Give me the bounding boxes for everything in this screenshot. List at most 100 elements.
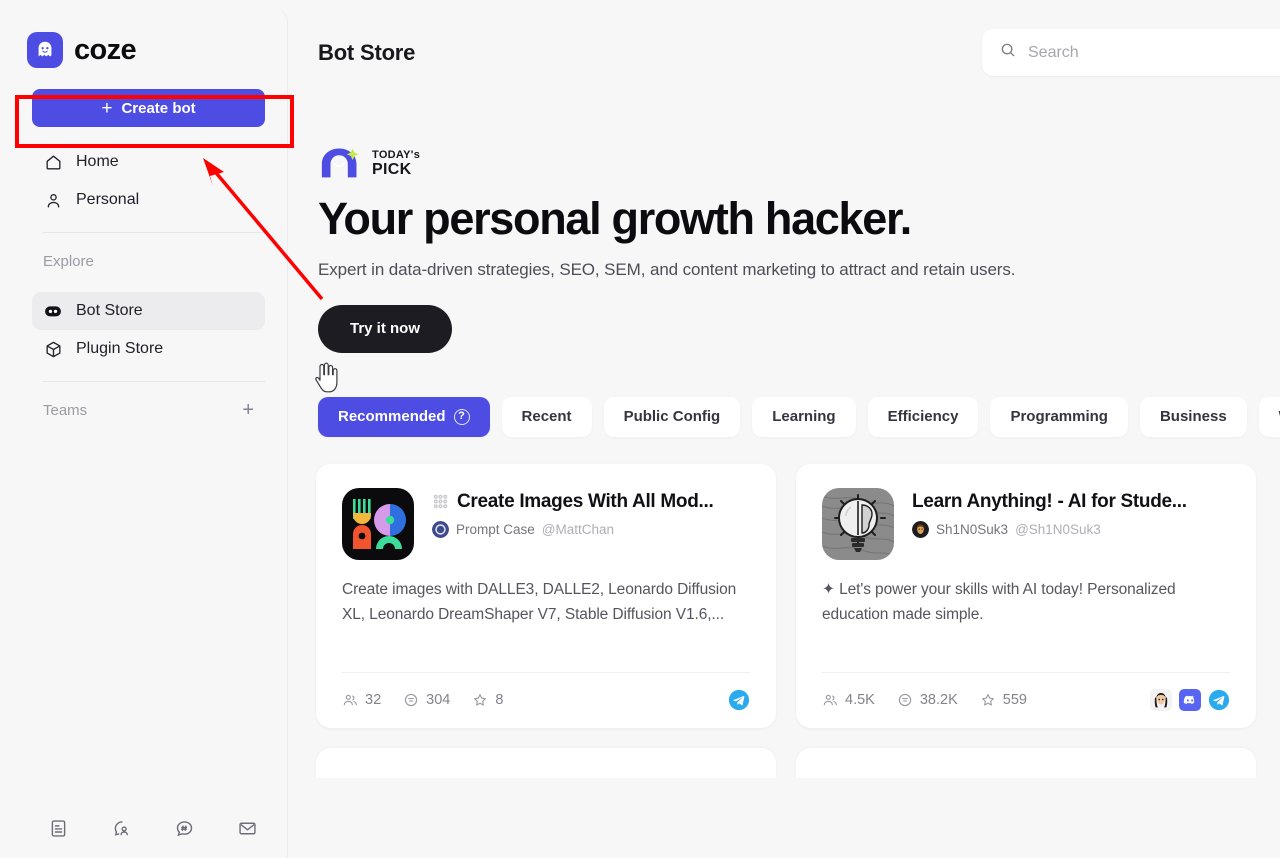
bot-card-partial[interactable] [796,747,1256,778]
bot-card[interactable]: Learn Anything! - AI for Stude... Sh1N0S… [796,463,1256,728]
sidebar-divider-2 [43,381,265,382]
teams-label: Teams [43,401,88,419]
stat-stars: 559 [980,692,1027,708]
brand[interactable]: coze [10,8,287,68]
author-avatar [912,520,929,538]
sidebar-item-personal[interactable]: Personal [32,181,265,219]
community-icon[interactable] [174,818,196,840]
pick-line-2: PICK [372,161,412,178]
topbar: Bot Store [288,0,1280,106]
explore-section-header: Explore [10,246,287,276]
card-badges [728,689,750,711]
tab-label: Programming [1010,408,1108,426]
sidebar-item-label: Home [76,153,119,170]
help-circle-icon[interactable]: ? [453,408,470,425]
card-author: Sh1N0Suk3 @Sh1N0Suk3 [912,520,1230,538]
tab-label: Efficiency [887,408,959,426]
stat-value: 32 [365,692,382,709]
tab-efficiency[interactable]: Efficiency [867,396,979,437]
bot-icon [43,301,63,321]
sidebar-item-label: Personal [76,191,140,208]
card-stats: 32 304 8 [342,692,503,708]
author-name: Sh1N0Suk3 [936,521,1009,537]
stat-messages: 38.2K [897,692,958,708]
search-input[interactable] [1028,43,1280,62]
grid-dots-icon [432,493,449,510]
tab-recommended[interactable]: Recommended ? [318,396,490,437]
author-handle: @MattChan [541,521,615,537]
sidebar-item-bot-store[interactable]: Bot Store [32,292,265,330]
hero-banner: TODAY's PICK Your personal growth hacker… [288,106,1280,353]
stat-value: 4.5K [845,692,875,709]
tab-recent[interactable]: Recent [501,396,592,437]
next-row-cards [288,728,1280,778]
mail-icon[interactable] [237,818,259,840]
plus-icon: + [101,97,113,119]
tab-label: Recommended [338,408,446,426]
try-it-now-button[interactable]: Try it now [318,304,453,353]
stat-users: 32 [342,692,381,708]
home-icon [43,152,63,172]
card-title-row: Learn Anything! - AI for Stude... [912,491,1230,513]
stat-value: 304 [426,692,451,709]
tab-writing[interactable]: Writing [1258,396,1280,437]
tab-programming[interactable]: Programming [990,396,1128,437]
card-head: Create Images With All Mod... Prompt Cas… [432,488,750,560]
tab-label: Recent [521,408,572,426]
cube-icon [43,339,63,359]
hero-title: Your personal growth hacker. [318,193,912,244]
sidebar-item-label: Bot Store [76,302,143,319]
sidebar-item-home[interactable]: Home [32,143,265,181]
create-bot-button[interactable]: + Create bot [32,89,265,127]
document-icon[interactable] [48,818,70,840]
tab-learning[interactable]: Learning [752,396,856,437]
teams-section-header: Teams + [10,395,287,425]
author-name: Prompt Case [456,521,535,537]
brand-name: coze [74,33,137,66]
tab-label: Learning [772,408,836,426]
telegram-icon[interactable] [1208,689,1230,711]
explore-label: Explore [43,252,94,270]
sidebar-item-plugin-store[interactable]: Plugin Store [32,330,265,368]
sidebar-item-label: Plugin Store [76,340,164,357]
author-handle: @Sh1N0Suk3 [1015,521,1101,537]
telegram-icon[interactable] [728,689,750,711]
explore-nav: Bot Store Plugin Store [10,292,287,368]
card-description: ✦ Let's power your skills with AI today!… [822,580,1176,623]
search-icon [999,41,1017,64]
tab-business[interactable]: Business [1139,396,1247,437]
primary-nav: Home Personal [10,143,287,219]
search-box[interactable] [982,29,1280,76]
stat-stars: 8 [472,692,503,708]
tab-label: Business [1159,408,1227,426]
card-title-row: Create Images With All Mod... [432,491,750,513]
discord-icon[interactable] [1179,689,1201,712]
stat-value: 559 [1002,692,1027,709]
bot-card-partial[interactable] [316,747,776,778]
avatar-icon[interactable] [1150,689,1172,712]
card-footer: 4.5K 38.2K 559 [822,671,1230,728]
card-top: Create Images With All Mod... Prompt Cas… [342,487,750,560]
sidebar-divider-1 [43,232,265,233]
add-team-icon[interactable]: + [242,400,254,420]
todays-pick-badge: TODAY's PICK [318,144,1280,184]
author-avatar [432,520,449,538]
stat-value: 8 [495,692,504,709]
card-footer: 32 304 8 [342,671,750,728]
page-title: Bot Store [318,40,416,65]
todays-pick-text: TODAY's PICK [372,150,420,178]
create-bot-wrapper: + Create bot [32,89,265,127]
card-stats: 4.5K 38.2K 559 [822,692,1027,708]
feedback-icon[interactable] [111,818,133,840]
create-bot-label: Create bot [121,99,196,117]
card-title: Learn Anything! - AI for Stude... [912,490,1187,512]
category-tabs: Recommended ? Recent Public Config Learn… [288,396,1280,437]
sidebar: coze + Create bot Home Personal Explore … [10,8,288,858]
bot-card[interactable]: Create Images With All Mod... Prompt Cas… [316,463,776,728]
pick-line-1: TODAY's [372,149,421,161]
card-author: Prompt Case @MattChan [432,520,750,538]
stat-value: 38.2K [919,692,958,709]
card-title: Create Images With All Mod... [457,490,714,512]
card-head: Learn Anything! - AI for Stude... Sh1N0S… [912,488,1230,560]
tab-public-config[interactable]: Public Config [603,396,741,437]
